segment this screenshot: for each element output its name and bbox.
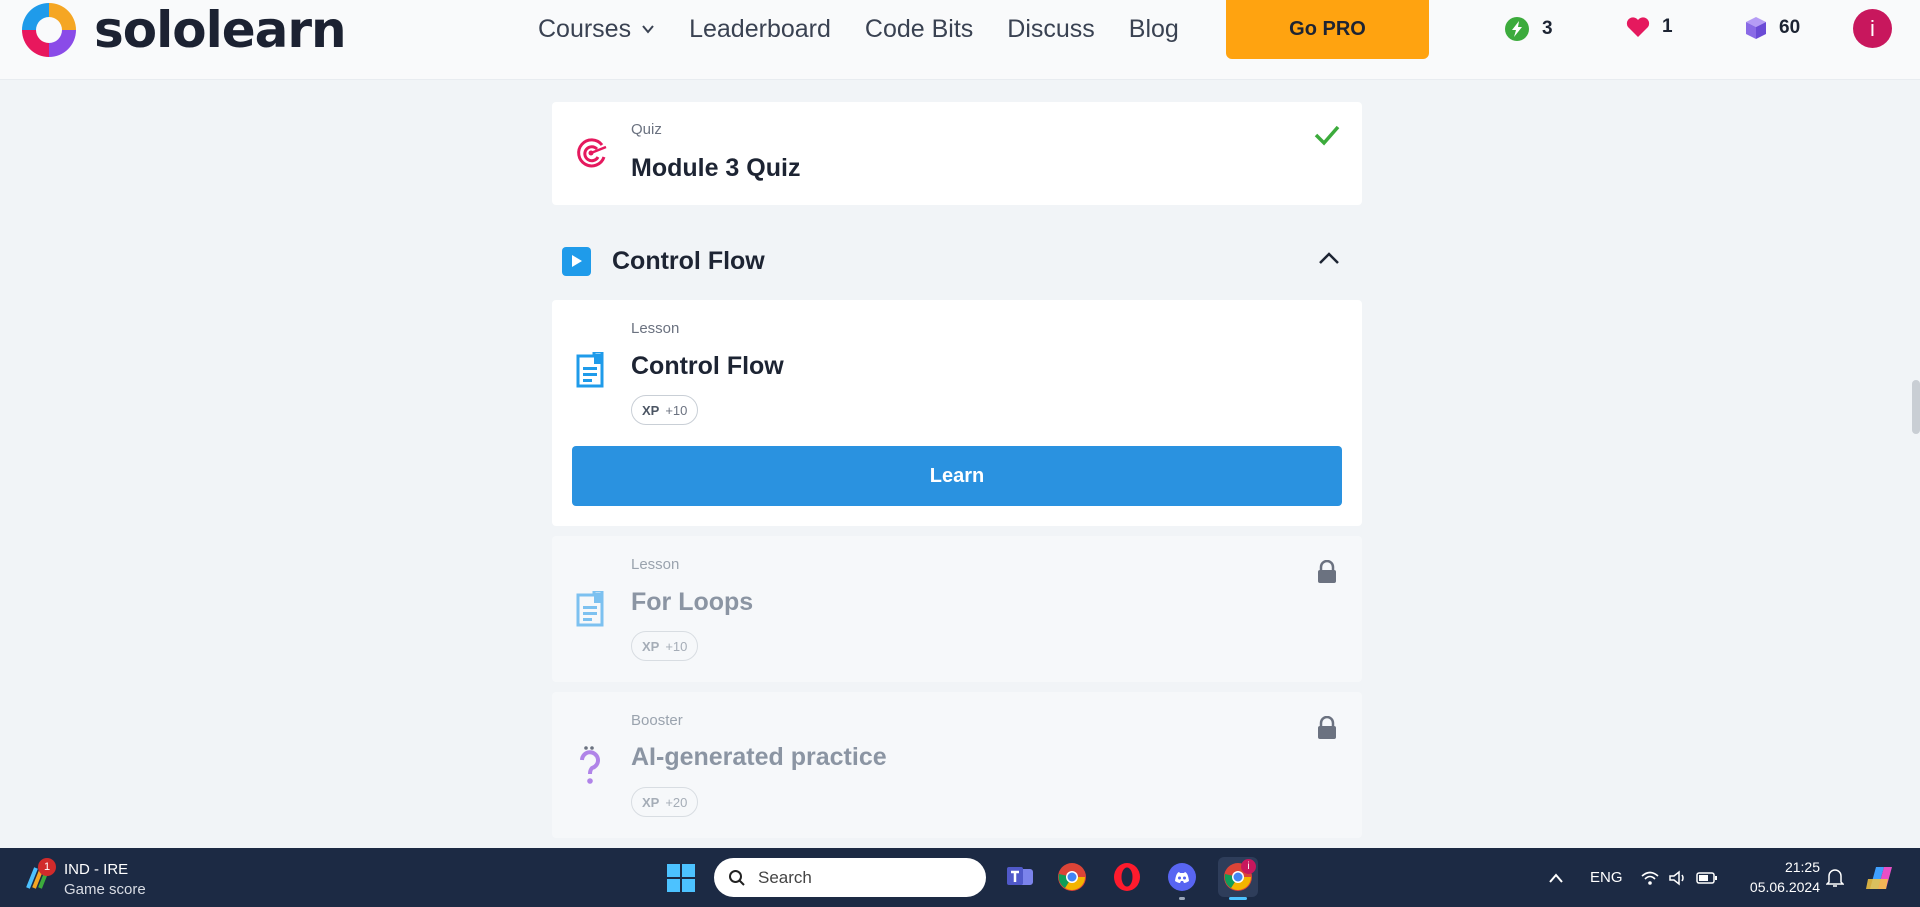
- lesson-title: Control Flow: [631, 352, 784, 380]
- xp-value: +20: [665, 794, 688, 810]
- taskbar-search[interactable]: Search: [714, 858, 986, 897]
- chrome-app[interactable]: [1052, 857, 1092, 897]
- lesson-card-control-flow[interactable]: Lesson Control Flow XP +10 Learn: [552, 300, 1362, 526]
- windows-start-icon[interactable]: [666, 863, 696, 893]
- language-indicator[interactable]: ENG: [1590, 848, 1623, 907]
- sololearn-logo[interactable]: sololearn: [18, 0, 347, 60]
- battery-icon: [1696, 871, 1717, 884]
- streak-bolt-icon: [1505, 17, 1529, 41]
- active-indicator: [1229, 897, 1247, 900]
- xp-label: XP: [642, 402, 660, 418]
- clock-time: 21:25: [1784, 859, 1820, 875]
- discord-icon: [1168, 863, 1196, 891]
- teams-app[interactable]: [1000, 857, 1040, 897]
- xp-badge: XP +20: [631, 787, 699, 817]
- nav-leaderboard[interactable]: Leaderboard: [689, 15, 831, 44]
- nav-discuss[interactable]: Discuss: [1007, 15, 1095, 44]
- quiz-title: Module 3 Quiz: [631, 154, 801, 182]
- lock-icon: [1318, 716, 1336, 739]
- target-quiz-icon: [577, 138, 607, 168]
- widget-line2: Game score: [64, 881, 146, 898]
- chrome-profile-badge: i: [1241, 859, 1256, 874]
- running-indicator: [1179, 897, 1185, 900]
- nav-blog[interactable]: Blog: [1129, 15, 1179, 44]
- lesson-kind: Lesson: [631, 320, 680, 337]
- xp-value: +10: [665, 402, 688, 418]
- brand-name: sololearn: [94, 1, 347, 59]
- streak-value: 3: [1542, 18, 1553, 39]
- search-placeholder: Search: [758, 867, 812, 887]
- chevron-down-icon: [642, 25, 654, 34]
- section-header[interactable]: Control Flow: [562, 236, 1362, 286]
- nav-code-bits[interactable]: Code Bits: [865, 15, 973, 44]
- tray-status-group[interactable]: [1640, 848, 1718, 907]
- opera-app[interactable]: [1107, 857, 1147, 897]
- booster-title: AI-generated practice: [631, 743, 887, 771]
- hearts-value: 1: [1662, 16, 1673, 37]
- play-icon: [562, 246, 591, 276]
- search-icon: [729, 869, 745, 886]
- nav-courses[interactable]: Courses: [538, 15, 655, 44]
- windows-taskbar: 1 IND - IRE Game score Search i ENG 21:2…: [0, 848, 1920, 907]
- taskbar-clock[interactable]: 21:25 05.06.2024: [1730, 857, 1820, 897]
- lesson-document-icon: [576, 591, 604, 627]
- nav-courses-label: Courses: [538, 14, 632, 43]
- copilot-icon: [1866, 866, 1892, 889]
- notifications[interactable]: [1826, 848, 1844, 907]
- top-header: sololearn Courses Leaderboard Code Bits …: [0, 0, 1920, 80]
- bell-icon: [1826, 868, 1844, 887]
- chevron-up-icon: [1549, 872, 1563, 883]
- tray-overflow[interactable]: [1548, 848, 1564, 907]
- lock-icon: [1318, 560, 1336, 583]
- user-avatar[interactable]: i: [1853, 9, 1892, 48]
- hearts-counter[interactable]: 1: [1626, 16, 1673, 38]
- xp-value: +10: [665, 638, 688, 654]
- checkmark-icon: [1314, 125, 1340, 146]
- bits-counter[interactable]: 60: [1745, 16, 1800, 40]
- xp-label: XP: [642, 794, 660, 810]
- go-pro-button[interactable]: Go PRO: [1226, 0, 1429, 59]
- copilot-button[interactable]: [1864, 848, 1896, 907]
- volume-icon: [1669, 869, 1684, 886]
- question-mark-icon: [580, 746, 600, 784]
- discord-app[interactable]: [1162, 857, 1202, 900]
- teams-icon: [1007, 867, 1033, 885]
- wifi-icon: [1641, 871, 1659, 885]
- xp-badge: XP +10: [631, 631, 699, 661]
- quiz-card[interactable]: Quiz Module 3 Quiz: [552, 102, 1362, 205]
- widget-badge: 1: [38, 858, 56, 876]
- opera-icon: [1114, 863, 1140, 891]
- learn-button[interactable]: Learn: [572, 446, 1342, 506]
- lesson-document-icon: [576, 352, 604, 388]
- bits-cube-icon: [1746, 17, 1766, 39]
- widget-line1: IND - IRE: [64, 861, 129, 878]
- xp-badge: XP +10: [631, 395, 699, 425]
- quiz-kind: Quiz: [631, 121, 662, 138]
- booster-card-ai-practice[interactable]: Booster AI-generated practice XP +20: [552, 692, 1362, 838]
- lesson-card-for-loops[interactable]: Lesson For Loops XP +10: [552, 536, 1362, 682]
- clock-date: 05.06.2024: [1749, 879, 1820, 895]
- section-title: Control Flow: [612, 246, 765, 275]
- chrome-profile-app[interactable]: i: [1218, 857, 1258, 900]
- chevron-up-icon[interactable]: [1318, 250, 1340, 266]
- chrome-icon: [1058, 863, 1086, 891]
- booster-kind: Booster: [631, 712, 683, 729]
- page-scrollbar[interactable]: [1912, 380, 1920, 434]
- heart-icon: [1626, 17, 1650, 37]
- bits-value: 60: [1779, 17, 1801, 38]
- lesson-title: For Loops: [631, 588, 754, 616]
- taskbar-widget-cricket[interactable]: 1 IND - IRE Game score: [24, 856, 194, 900]
- lesson-kind: Lesson: [631, 556, 680, 573]
- main-nav: Courses Leaderboard Code Bits Discuss Bl…: [538, 0, 1213, 58]
- xp-label: XP: [642, 638, 660, 654]
- streak-counter[interactable]: 3: [1504, 16, 1553, 42]
- sololearn-logo-icon: [22, 3, 76, 57]
